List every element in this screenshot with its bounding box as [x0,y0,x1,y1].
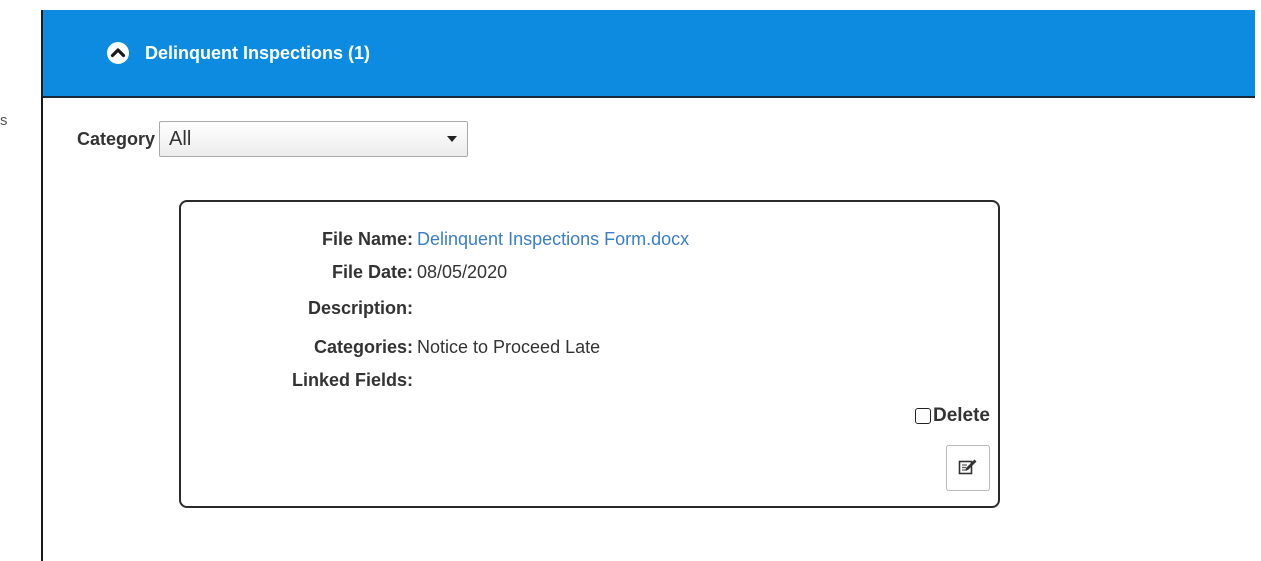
field-label: File Name: [321,229,413,249]
delete-checkbox[interactable] [914,408,931,424]
edit-file-button[interactable] [946,445,990,491]
edit-note-icon [958,456,978,481]
file-name-link[interactable]: Delinquent Inspections Form.docx [417,228,689,250]
chevron-down-icon [447,136,458,142]
field-value: 08/05/2020 [417,262,508,282]
page: s Delinquent Inspections (1) Category Al… [0,0,1261,561]
sidebar-edge-text: s [0,112,8,129]
field-label: Linked Fields: [291,370,413,390]
field-file-date: File Date: 08/05/2020 [181,261,507,283]
panel-title: Delinquent Inspections (1) [145,42,371,63]
field-label: Description: [307,298,413,318]
category-filter: Category All [77,121,469,157]
category-select-value: All [169,127,192,150]
file-card: File Name: Delinquent Inspections Form.d… [179,200,1000,508]
chevron-up-circle-icon[interactable] [106,41,130,65]
field-label: Categories: [313,337,413,357]
field-label: File Date: [331,262,413,282]
category-select[interactable]: All [159,121,469,157]
field-categories: Categories: Notice to Proceed Late [181,336,600,358]
field-linked-fields: Linked Fields: [181,369,417,391]
field-value: Notice to Proceed Late [417,337,601,357]
panel-header-delinquent-inspections[interactable]: Delinquent Inspections (1) [43,10,1255,98]
delete-label: Delete [932,405,990,426]
field-file-name: File Name: Delinquent Inspections Form.d… [181,228,689,250]
delete-option[interactable]: Delete [914,405,990,427]
category-label: Category [77,128,156,149]
field-description: Description: [181,297,417,319]
